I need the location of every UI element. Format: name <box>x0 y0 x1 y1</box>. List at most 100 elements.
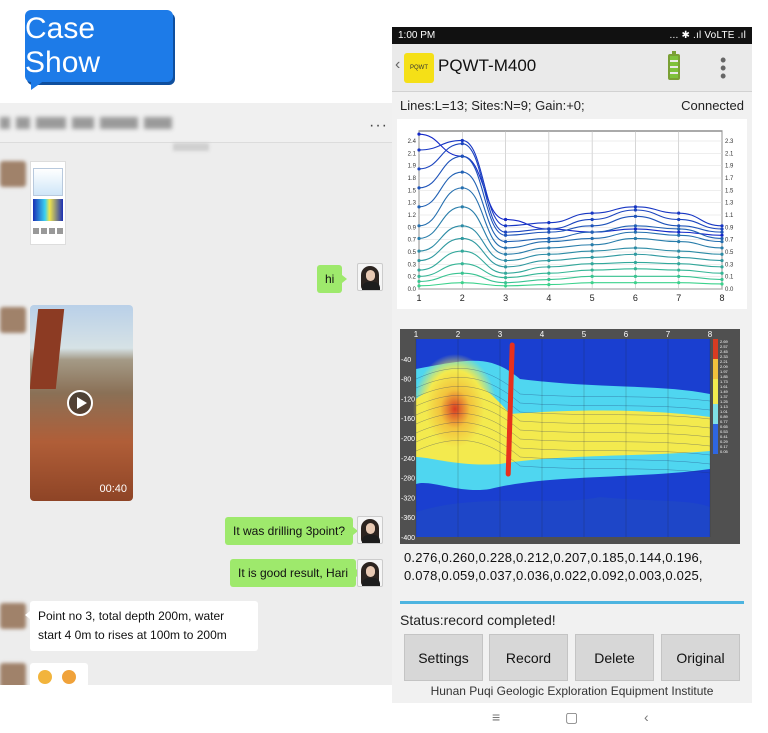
data-point <box>503 224 508 228</box>
y-tick-label: -120 <box>401 396 415 403</box>
y-tick-label-left: 0.7 <box>408 238 417 244</box>
data-point <box>633 274 638 278</box>
message-drilling[interactable]: It was drilling 3point? <box>225 517 359 545</box>
legend-swatch <box>713 354 718 359</box>
contact-avatar[interactable] <box>0 161 26 187</box>
data-point <box>633 230 638 234</box>
button-label: Delete <box>594 649 635 666</box>
data-point <box>720 258 724 263</box>
logo-text: PQWT <box>410 65 428 71</box>
data-point <box>547 227 551 231</box>
timestamp-chip <box>173 143 209 151</box>
legend-swatch <box>713 389 718 394</box>
data-point <box>677 268 681 272</box>
contour-chart-svg: 1 2 3 4 5 6 7 8 -40 -80 -120 -160 -200 -240 -280 -320 -3… <box>400 329 740 544</box>
data-point <box>677 233 681 237</box>
message-reply[interactable]: Point no 3, total depth 200m, water star… <box>25 601 258 651</box>
delete-button[interactable]: Delete <box>575 634 654 681</box>
app-title: PQWT-M400 <box>438 56 537 75</box>
play-icon[interactable] <box>67 390 93 416</box>
data-point <box>547 221 551 225</box>
legend-swatch <box>713 414 718 419</box>
data-point <box>720 236 724 241</box>
data-point <box>503 276 508 280</box>
record-button[interactable]: Record <box>489 634 568 681</box>
survey-info: Lines:L=13; Sites:N=9; Gain:+0; <box>400 98 585 113</box>
data-point <box>677 281 681 285</box>
emoji-message[interactable] <box>30 663 88 685</box>
y-tick-label-left: 0.2 <box>408 275 417 281</box>
data-point <box>460 262 464 266</box>
my-avatar[interactable] <box>357 263 383 291</box>
my-avatar[interactable] <box>357 559 383 587</box>
x-tick-label: 7 <box>666 330 671 339</box>
data-point <box>677 230 681 234</box>
contact-avatar[interactable] <box>0 663 26 685</box>
data-point <box>503 246 508 250</box>
data-line: 0.078,0.059,0.037,0.036,0.022,0.092,0.00… <box>404 568 703 583</box>
y-tick-label-right: 2.1 <box>725 151 734 157</box>
legend-swatch <box>713 449 718 454</box>
x-tick-label: 3 <box>498 330 503 339</box>
image-message[interactable] <box>30 161 66 245</box>
avatar-face <box>366 270 375 281</box>
legend-swatch <box>713 344 718 349</box>
legend-swatch <box>713 359 718 364</box>
data-point <box>633 267 638 271</box>
x-tick-label: 4 <box>540 330 545 339</box>
message-hi[interactable]: hi <box>317 265 348 293</box>
y-tick-label-right: 0.9 <box>725 225 734 231</box>
home-icon[interactable]: ▢ <box>565 709 578 726</box>
data-point <box>417 132 421 136</box>
back-nav-icon[interactable]: ‹ <box>644 709 649 725</box>
data-point <box>417 186 421 190</box>
data-point <box>503 271 508 275</box>
legend-swatch <box>713 379 718 384</box>
y-tick-label: -280 <box>401 476 415 483</box>
avatar-face <box>366 566 375 577</box>
profile-curve-chart: 0.0 0.2 0.3 0.5 0.7 0.9 1.2 1.3 1.5 1.8 1.9 2.1 2.4 0… <box>397 119 747 309</box>
x-tick-label: 3 <box>503 293 508 303</box>
data-point <box>503 258 508 263</box>
message-text: Point no 3, total depth 200m, water star… <box>38 609 227 642</box>
x-tick-label: 2 <box>460 293 465 303</box>
data-point <box>460 224 464 228</box>
original-button[interactable]: Original <box>661 634 740 681</box>
legend-swatch <box>713 374 718 379</box>
video-message[interactable]: 00:40 <box>30 305 133 501</box>
data-point <box>547 271 551 275</box>
x-tick-label: 1 <box>416 293 421 303</box>
data-point <box>417 205 421 209</box>
banner-label: Case Show <box>25 12 101 79</box>
message-good-result[interactable]: It is good result, Hari <box>230 559 362 587</box>
avatar-body <box>362 282 380 290</box>
data-point <box>720 233 724 237</box>
y-tick-label: -400 <box>401 535 415 542</box>
my-avatar[interactable] <box>357 516 383 544</box>
contact-avatar[interactable] <box>0 603 26 629</box>
data-point <box>460 138 464 143</box>
button-label: Settings <box>418 649 469 666</box>
data-point <box>677 255 681 259</box>
app-bar: ‹ PQWT PQWT-M400 • • • <box>392 44 752 92</box>
data-point <box>460 186 464 190</box>
back-icon[interactable]: ‹ <box>395 56 400 74</box>
y-tick-label-left: 2.1 <box>408 151 417 157</box>
more-options-icon[interactable]: ··· <box>369 117 388 135</box>
y-tick-label-left: 2.4 <box>408 139 417 145</box>
data-point <box>417 167 421 171</box>
data-point <box>417 258 421 263</box>
overflow-menu-icon[interactable]: • • • <box>720 51 726 85</box>
y-tick-label: -200 <box>401 436 415 443</box>
data-point <box>547 236 551 241</box>
x-tick-label: 2 <box>456 330 461 339</box>
contact-avatar[interactable] <box>0 307 26 333</box>
x-tick-label: 1 <box>414 330 419 339</box>
settings-button[interactable]: Settings <box>404 634 483 681</box>
data-point <box>503 217 508 222</box>
data-point <box>547 230 551 234</box>
data-point <box>417 284 421 288</box>
menu-icon[interactable]: ≡ <box>492 709 500 725</box>
data-point <box>633 208 638 212</box>
data-point <box>417 148 421 152</box>
